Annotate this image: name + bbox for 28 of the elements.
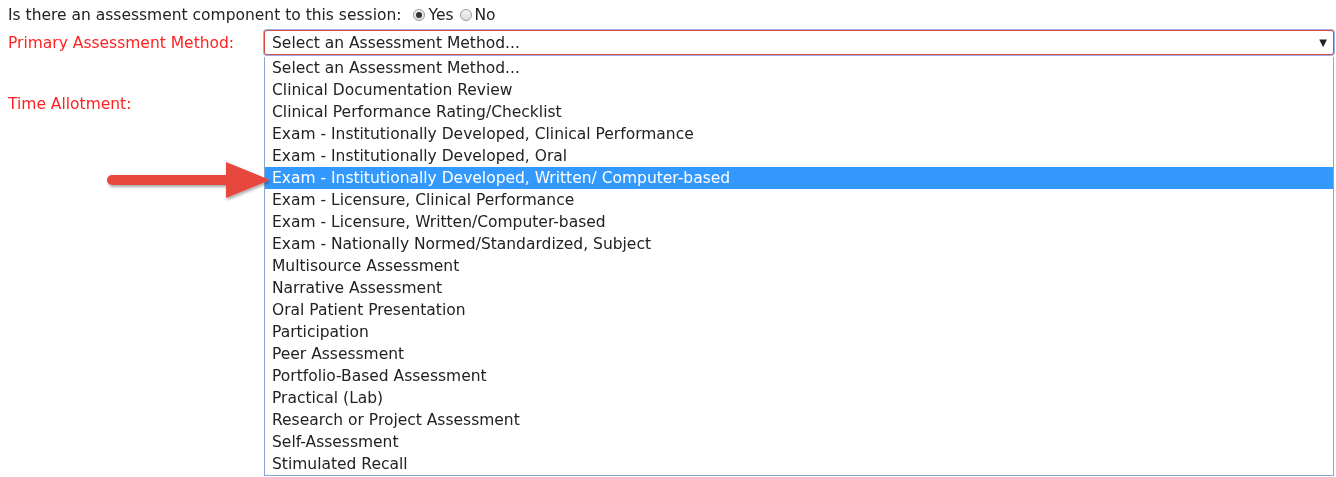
field-label: Time Allotment: [8, 95, 132, 113]
dropdown-option[interactable]: Exam - Licensure, Written/Computer-based [265, 211, 1333, 233]
dropdown-option[interactable]: Clinical Performance Rating/Checklist [265, 101, 1333, 123]
radio-label: No [474, 6, 496, 24]
dropdown-option[interactable]: Exam - Nationally Normed/Standardized, Subject [265, 233, 1333, 255]
radio-button[interactable] [459, 9, 472, 21]
dropdown-option[interactable]: Self-Assessment [265, 431, 1333, 453]
dropdown-option[interactable]: Select an Assessment Method... [265, 57, 1333, 79]
field-label: Primary Assessment Method: [7, 33, 236, 52]
radio-label: Yes [428, 6, 454, 24]
dropdown-option[interactable]: Exam - Licensure, Clinical Performance [265, 189, 1333, 211]
caret-icon: ▼ [1319, 37, 1327, 48]
dropdown-option[interactable]: Exam - Institutionally Developed, Clinical Performance [265, 123, 1333, 145]
dropdown-option[interactable]: Oral Patient Presentation [265, 299, 1333, 321]
dropdown-option[interactable]: Multisource Assessment [265, 255, 1333, 277]
assessment-method-select[interactable]: Select an Assessment Method... ▼ [264, 30, 1334, 55]
question-label: Is there an assessment component to this session: [8, 6, 402, 24]
arrow-icon [107, 162, 270, 198]
dropdown-option[interactable]: Research or Project Assessment [265, 409, 1333, 431]
dropdown-option[interactable]: Participation [265, 321, 1333, 343]
dropdown-option[interactable]: Exam - Institutionally Developed, Oral [265, 145, 1333, 167]
dropdown-option[interactable]: Stimulated Recall [265, 453, 1333, 475]
radio-button[interactable] [413, 9, 426, 21]
dropdown-option[interactable]: Clinical Documentation Review [265, 79, 1333, 101]
dropdown-option[interactable]: Peer Assessment [265, 343, 1333, 365]
dropdown-option[interactable]: Practical (Lab) [265, 387, 1333, 409]
dropdown-option[interactable]: Narrative Assessment [265, 277, 1333, 299]
dropdown-option[interactable]: Portfolio-Based Assessment [265, 365, 1333, 387]
